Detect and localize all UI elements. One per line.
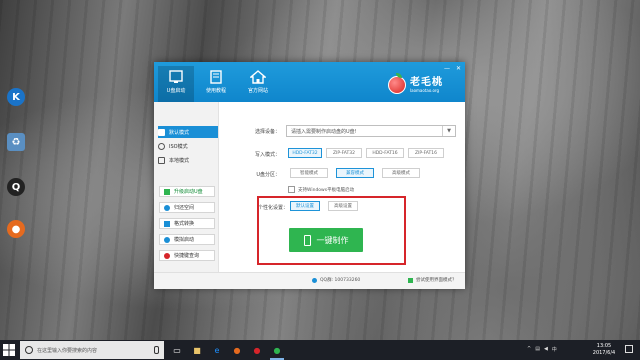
app-header: U盘启动 使用教程 官方网站 — ✕ 老毛桃 laomaotao.org — [154, 62, 465, 102]
upgrade-usb-button[interactable]: 升级启动U盘 — [159, 186, 215, 197]
system-tray: ^ ▤ ◀ 中 — [527, 346, 557, 353]
highlight-annotation — [257, 196, 406, 265]
taskbar-clock[interactable]: 13:05 2017/6/4 — [590, 343, 618, 357]
desktop-icon-laomaotao[interactable]: ● — [4, 220, 28, 238]
write-option-zip-fat32[interactable]: ZIP-FAT32 — [326, 148, 362, 158]
window-controls: — ✕ — [444, 65, 461, 72]
app-footer: QQ群: 100733260 尝试使用界面模式？ — [154, 272, 465, 289]
microphone-icon[interactable] — [154, 346, 159, 354]
sidebar-item-label: ISO模式 — [169, 143, 188, 150]
sidebar-item-default-mode[interactable]: 默认模式 — [158, 126, 218, 138]
qq-group-text: QQ群: 100733260 — [320, 278, 361, 283]
write-option-hdd-fat32[interactable]: HDD-FAT32 — [288, 148, 322, 158]
qq-icon: Q — [7, 178, 25, 196]
logo-title: 老毛桃 — [410, 77, 443, 88]
laomaotao-taskbar-icon[interactable]: ● — [230, 343, 244, 357]
partition-option-compatible[interactable]: 兼容模式 — [336, 168, 374, 178]
write-mode-label: 写入模式： — [254, 152, 280, 158]
clock-time: 13:05 — [596, 343, 612, 349]
ime-icon[interactable]: 中 — [552, 346, 557, 353]
button-label: 归还空间 — [174, 205, 195, 211]
refresh-icon — [164, 204, 170, 211]
tablet-boot-checkbox-row[interactable]: 支持Windows平板电脑启动 — [288, 186, 354, 193]
sidebar-item-label: 本地模式 — [169, 157, 190, 164]
button-label: 格式转换 — [174, 221, 195, 227]
network-icon[interactable]: ▤ — [535, 346, 540, 353]
peach-logo-icon — [388, 73, 406, 94]
minimize-icon[interactable]: — — [444, 65, 450, 72]
taskbar-search[interactable]: 在这里输入你要搜索的内容 — [20, 341, 164, 359]
tab-official-site[interactable]: 官方网站 — [240, 66, 276, 102]
simulate-icon — [164, 236, 170, 243]
button-label: 快捷键查询 — [174, 253, 200, 259]
hotkey-query-button[interactable]: 快捷键查询 — [159, 250, 215, 261]
desktop-icon-k-app[interactable]: K — [4, 88, 28, 106]
simulate-boot-button[interactable]: 模拟启动 — [159, 234, 215, 245]
try-ui-mode-text: 尝试使用界面模式？ — [416, 278, 457, 283]
upgrade-icon — [164, 188, 170, 195]
usb-icon — [158, 128, 165, 136]
sidebar: 默认模式 ISO模式 本地模式 升级启动U盘 归还空间 格式转换 模拟启动 快捷… — [154, 102, 219, 272]
tab-tutorial[interactable]: 使用教程 — [198, 66, 234, 102]
convert-icon — [164, 220, 170, 227]
logo-subtitle: laomaotao.org — [410, 88, 440, 93]
qq-group-info: QQ群: 100733260 — [312, 277, 360, 283]
search-icon — [164, 252, 170, 259]
taskbar: 在这里输入你要搜索的内容 ▭ ■ e ● ● ● ^ ▤ ◀ 中 13:05 2… — [0, 340, 640, 360]
sidebar-item-label: 默认模式 — [169, 129, 190, 136]
write-option-hdd-fat16[interactable]: HDD-FAT16 — [366, 148, 404, 158]
usb-drive-icon — [169, 70, 183, 83]
restore-space-button[interactable]: 归还空间 — [159, 202, 215, 213]
partition-label: U盘分区： — [256, 172, 280, 178]
windows-start-icon[interactable] — [3, 344, 15, 356]
sidebar-item-local-mode[interactable]: 本地模式 — [158, 154, 218, 166]
laomaotao-icon: ● — [7, 220, 25, 238]
qq-icon — [312, 277, 317, 283]
chevron-down-icon[interactable]: ▼ — [442, 126, 455, 136]
app-logo: 老毛桃 laomaotao.org — [388, 73, 443, 94]
book-icon — [210, 70, 222, 84]
checkbox-label: 支持Windows平板电脑启动 — [298, 187, 355, 193]
device-select[interactable]: 请插入需要制作启动盘的U盘! ▼ — [286, 125, 456, 137]
recycle-bin-icon: ♻ — [7, 133, 25, 151]
tab-label: 官方网站 — [247, 88, 268, 94]
device-label: 选择设备： — [254, 129, 280, 135]
edge-browser-icon[interactable]: e — [210, 343, 224, 357]
sidebar-item-iso-mode[interactable]: ISO模式 — [158, 140, 218, 152]
tab-usb-boot[interactable]: U盘启动 — [158, 66, 194, 102]
partition-option-advanced[interactable]: 高级模式 — [382, 168, 420, 178]
qq-taskbar-icon[interactable]: ● — [250, 343, 264, 357]
tab-label: 使用教程 — [205, 88, 226, 94]
notification-icon[interactable] — [625, 345, 633, 353]
button-label: 升级启动U盘 — [174, 189, 203, 195]
device-select-value: 请插入需要制作启动盘的U盘! — [291, 128, 357, 135]
try-ui-mode-link[interactable]: 尝试使用界面模式？ — [408, 277, 457, 283]
file-explorer-icon[interactable]: ■ — [190, 343, 204, 357]
monitor-icon — [158, 156, 165, 164]
desktop-icon-recycle-bin[interactable]: ♻ — [4, 133, 28, 151]
chevron-up-icon[interactable]: ^ — [527, 346, 531, 353]
active-app-taskbar-icon[interactable]: ● — [270, 343, 284, 360]
checkbox-icon — [408, 277, 413, 283]
disc-icon — [158, 142, 165, 150]
search-placeholder: 在这里输入你要搜索的内容 — [37, 347, 98, 354]
button-label: 模拟启动 — [174, 237, 195, 243]
close-icon[interactable]: ✕ — [456, 65, 461, 72]
search-icon — [25, 346, 33, 354]
task-view-icon[interactable]: ▭ — [170, 343, 184, 357]
tablet-boot-checkbox[interactable] — [288, 186, 295, 193]
format-convert-button[interactable]: 格式转换 — [159, 218, 215, 229]
volume-icon[interactable]: ◀ — [544, 346, 548, 353]
partition-option-smart[interactable]: 智能模式 — [290, 168, 328, 178]
tab-label: U盘启动 — [166, 88, 186, 94]
k-app-icon: K — [7, 88, 25, 106]
clock-date: 2017/6/4 — [592, 350, 616, 356]
write-option-zip-fat16[interactable]: ZIP-FAT16 — [408, 148, 444, 158]
home-icon — [250, 70, 266, 84]
desktop-icon-qq-app[interactable]: Q — [4, 178, 28, 196]
